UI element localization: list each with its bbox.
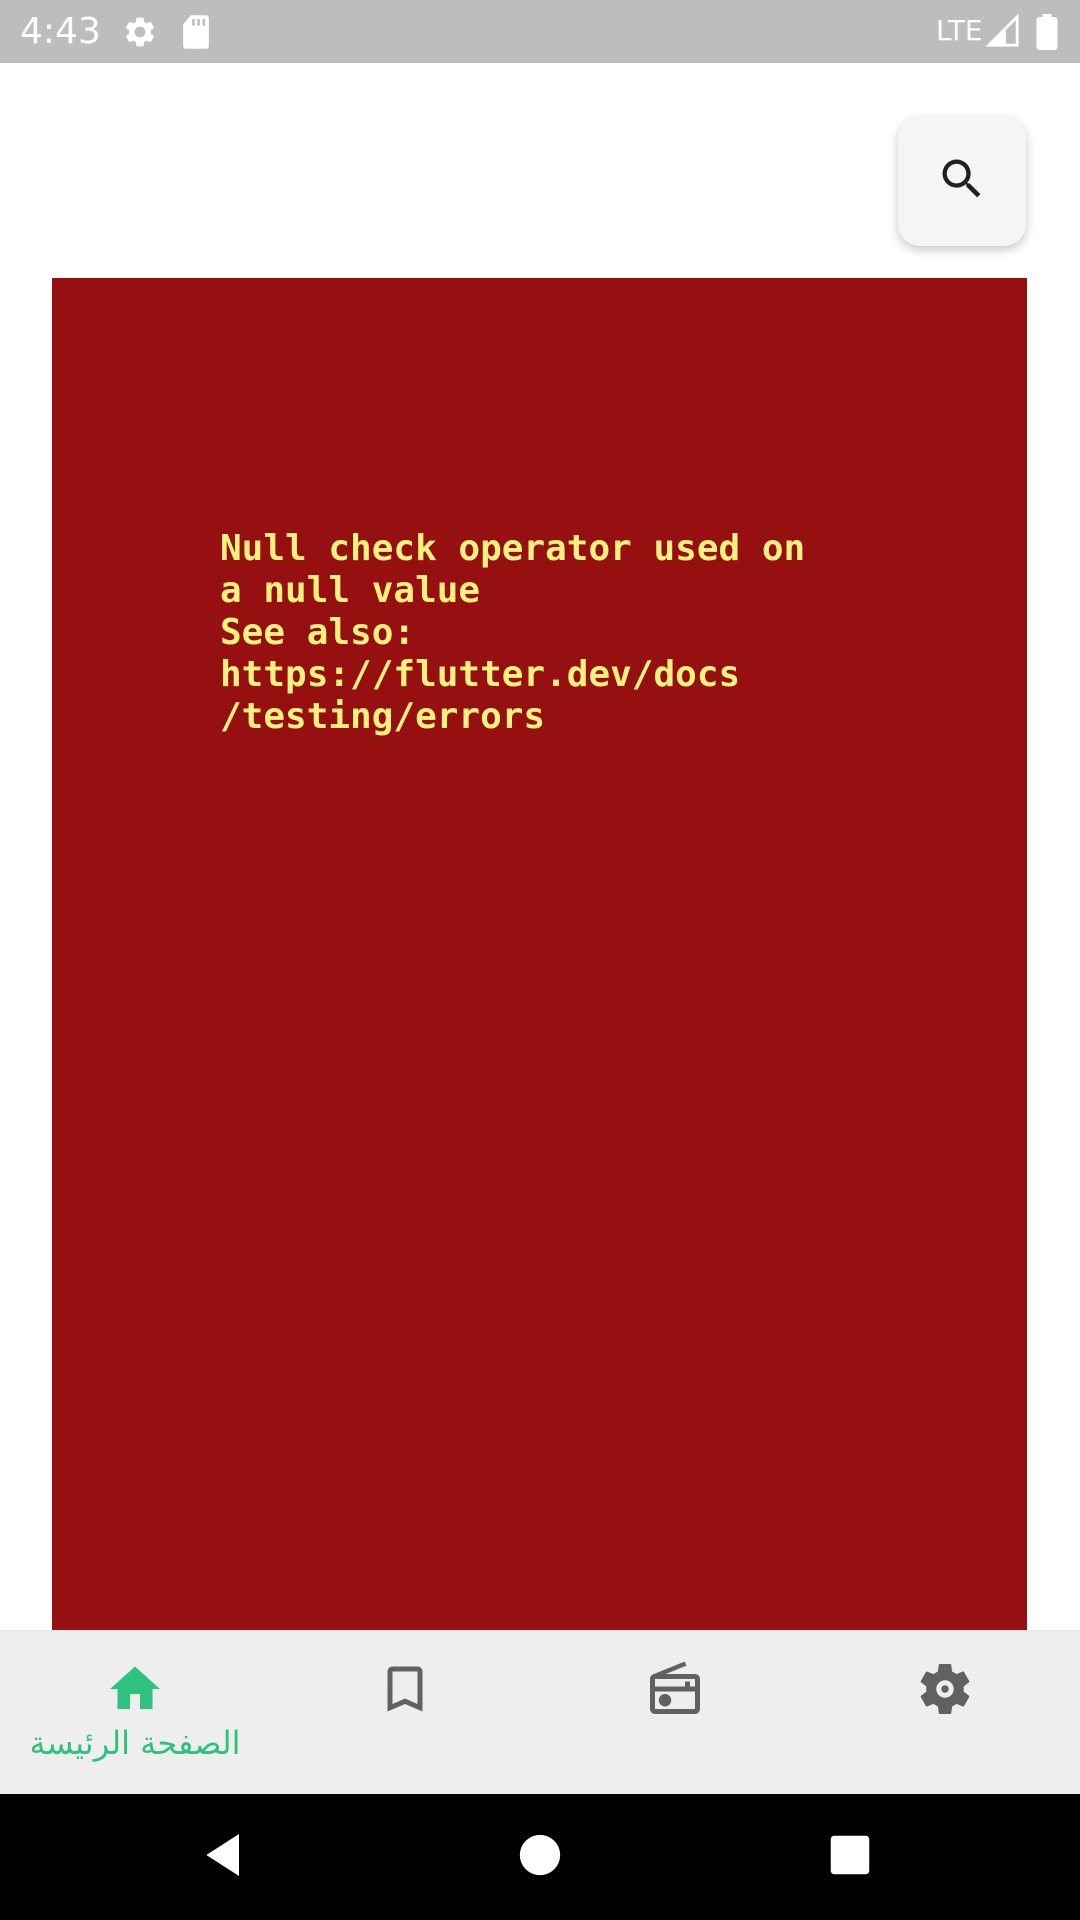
error-panel: Null check operator used on a null value… [52,278,1027,1630]
search-button[interactable] [898,116,1026,246]
nav-item-settings[interactable] [810,1631,1080,1795]
battery-icon [1036,14,1058,54]
bookmark-icon [375,1659,435,1719]
home-circle-icon [518,1833,562,1881]
radio-icon [645,1659,705,1719]
app-screen: 4:43 LTE Null check operator used on a n… [0,0,1080,1920]
settings-icon [122,14,158,54]
nav-item-home-label: الصفحة الرئيسة [29,1724,241,1762]
nav-item-radio[interactable] [540,1631,810,1795]
back-button[interactable] [190,1822,260,1892]
signal-icon [985,13,1020,52]
recents-icon [829,1834,871,1880]
home-button[interactable] [505,1822,575,1892]
home-icon [105,1659,165,1719]
status-bar: 4:43 LTE [0,0,1080,63]
search-icon [936,153,988,209]
back-icon [197,1827,253,1887]
sd-card-icon [180,14,212,54]
settings-icon [915,1659,975,1719]
nav-item-home[interactable]: الصفحة الرئيسة [0,1631,270,1795]
system-navigation-bar [0,1794,1080,1920]
bottom-navigation: الصفحة الرئيسة [0,1630,1080,1795]
network-type: LTE [936,14,983,47]
nav-item-bookmarks[interactable] [270,1631,540,1795]
status-time: 4:43 [20,11,101,52]
error-message: Null check operator used on a null value… [220,528,806,737]
recents-button[interactable] [815,1822,885,1892]
